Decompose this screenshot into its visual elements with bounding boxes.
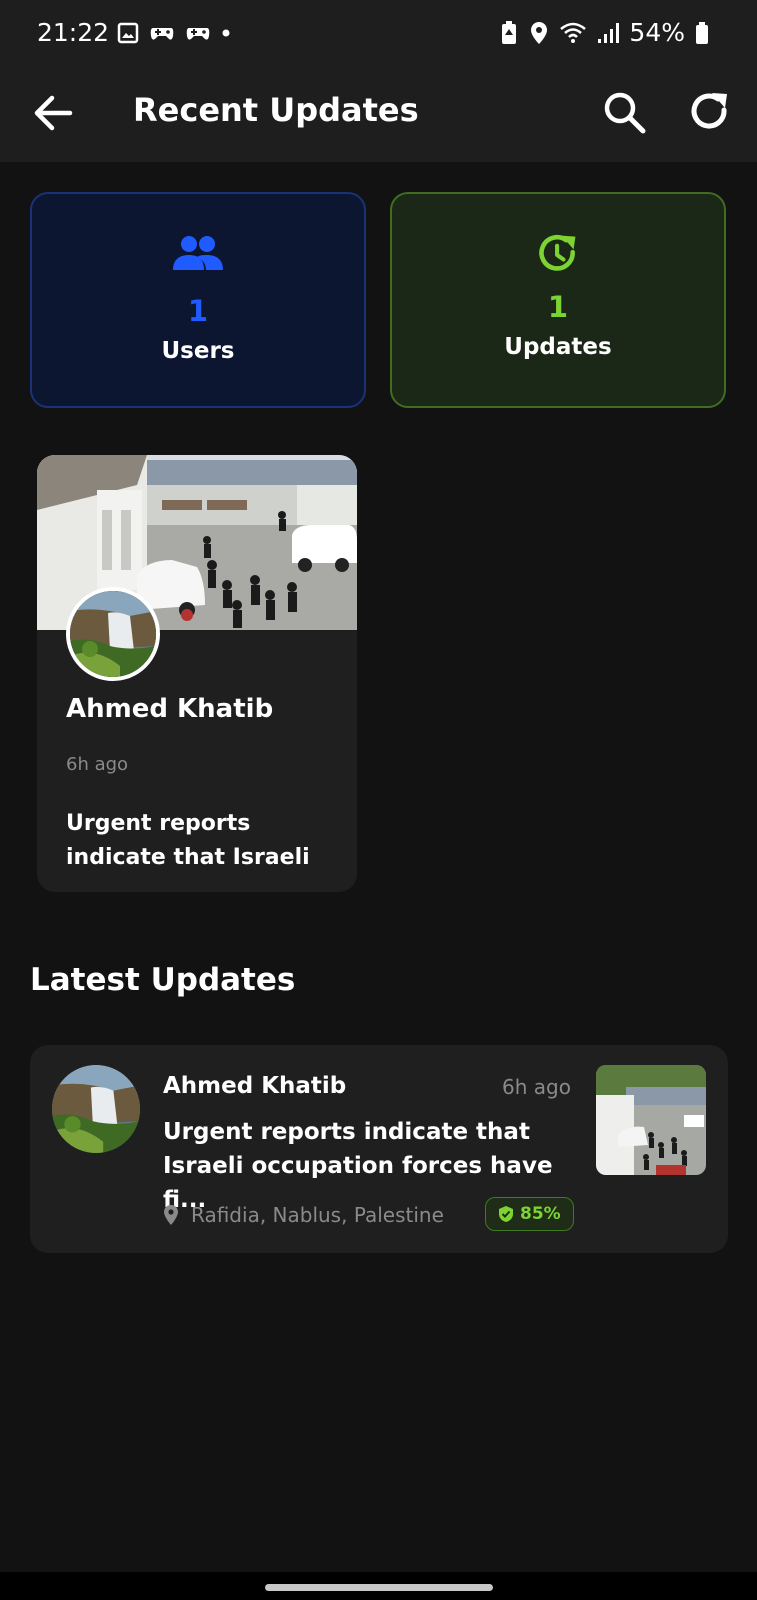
location-icon [531,21,548,44]
featured-update-text: Urgent reports indicate that Israeli ... [66,811,310,892]
wifi-icon [560,22,587,43]
featured-author-name: Ahmed Khatib [66,694,274,724]
app-bar: Recent Updates [0,72,757,162]
battery-percent: 54% [629,18,685,47]
featured-author-avatar[interactable] [66,587,160,681]
waterfall-avatar-image [52,1065,140,1153]
search-button[interactable] [600,88,648,136]
update-author-avatar[interactable] [52,1065,140,1153]
users-label: Users [161,338,235,364]
update-author-name: Ahmed Khatib [163,1073,347,1099]
battery-saver-icon [502,20,517,44]
update-location: Rafidia, Nablus, Palestine [163,1203,444,1227]
users-stat-card[interactable]: 1 Users [30,192,366,408]
update-thumbnail-photo [596,1065,706,1175]
status-notification-icons [117,22,231,44]
update-thumbnail[interactable] [596,1065,706,1175]
update-timestamp: 6h ago [502,1075,571,1099]
battery-icon [696,21,708,44]
update-text-line-1: Urgent reports indicate that [163,1119,530,1145]
refresh-button[interactable] [686,88,734,136]
page-title: Recent Updates [133,91,419,129]
featured-timestamp: 6h ago [66,754,129,775]
status-time: 21:22 [37,18,110,47]
confidence-value: 85% [520,1204,561,1224]
more-dot-icon [222,29,230,37]
signal-icon [598,22,620,43]
home-indicator[interactable] [265,1584,493,1591]
system-nav-bar [0,1572,757,1600]
latest-updates-heading: Latest Updates [30,962,296,998]
update-location-text: Rafidia, Nablus, Palestine [191,1203,444,1227]
users-count: 1 [187,294,209,328]
status-bar: 21:22 54% [0,0,757,72]
updates-count: 1 [547,290,569,324]
update-list-item[interactable]: Ahmed Khatib 6h ago Urgent reports indic… [30,1045,728,1253]
back-button[interactable] [30,90,76,136]
location-pin-icon [164,1205,178,1225]
image-notification-icon [117,22,139,44]
confidence-badge: 85% [485,1197,574,1231]
game-notification-icon-2 [186,28,210,40]
waterfall-avatar-image [70,591,156,677]
status-system-icons: 54% [499,18,709,47]
updates-label: Updates [504,334,612,360]
users-icon [173,236,223,270]
clock-refresh-icon [539,234,576,271]
updates-stat-card[interactable]: 1 Updates [390,192,726,408]
game-notification-icon [150,28,174,40]
featured-update-card[interactable]: Ahmed Khatib 6h ago Urgent reports indic… [37,455,357,892]
shield-check-icon [499,1206,513,1222]
